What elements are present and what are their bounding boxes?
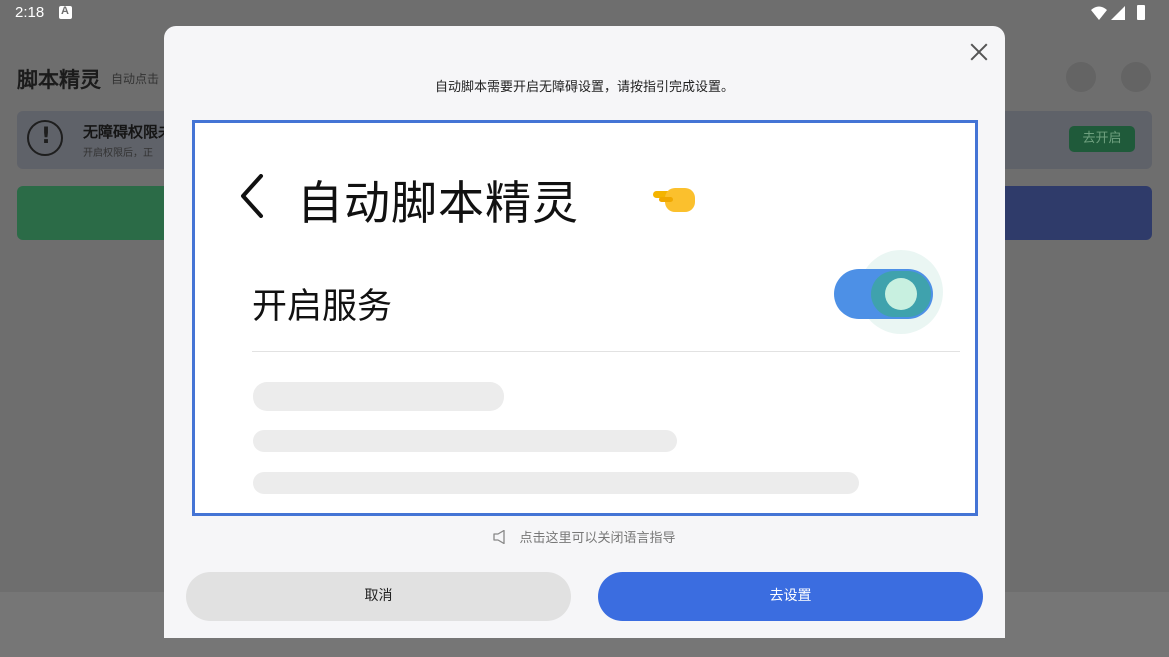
warning-icon — [27, 120, 63, 156]
placeholder-line — [253, 430, 677, 452]
illustration-title: 自动脚本精灵 — [297, 176, 579, 230]
back-chevron-icon — [241, 174, 263, 218]
banner-title: 无障碍权限未 — [83, 123, 174, 141]
accessibility-guide-dialog: 自动脚本需要开启无障碍设置，请按指引完成设置。 自动脚本精灵 开启服务 点击这里… — [164, 26, 1005, 638]
placeholder-line — [253, 472, 859, 494]
pointing-hand-icon — [653, 188, 695, 212]
battery-icon — [1137, 5, 1145, 20]
cancel-button[interactable]: 取消 — [186, 572, 571, 621]
go-settings-button[interactable]: 去设置 — [598, 572, 983, 621]
placeholder-line — [253, 382, 504, 411]
more-icon[interactable] — [1121, 62, 1151, 92]
app-title: 脚本精灵 — [17, 68, 101, 92]
enable-permission-button[interactable]: 去开启 — [1069, 126, 1135, 152]
close-icon[interactable] — [970, 43, 988, 61]
wifi-icon — [1091, 6, 1107, 20]
shield-icon[interactable] — [1066, 62, 1096, 92]
clock: 2:18 — [15, 4, 45, 21]
speaker-icon — [493, 530, 506, 544]
notification-app-icon — [59, 5, 72, 19]
dialog-prompt: 自动脚本需要开启无障碍设置，请按指引完成设置。 — [434, 80, 734, 95]
banner-subtitle: 开启权限后，正 — [83, 148, 153, 159]
app-subtitle: 自动点击 — [111, 72, 160, 86]
divider — [252, 351, 960, 352]
voice-guide-toggle[interactable]: 点击这里可以关闭语言指导 — [164, 527, 1005, 546]
status-bar: 2:18 — [0, 0, 1169, 26]
status-icons — [1091, 5, 1145, 20]
secondary-button[interactable] — [990, 186, 1152, 240]
service-toggle — [834, 269, 933, 319]
guide-illustration: 自动脚本精灵 开启服务 — [192, 120, 978, 516]
voice-guide-label: 点击这里可以关闭语言指导 — [519, 531, 676, 546]
signal-icon — [1111, 6, 1125, 20]
service-label: 开启服务 — [252, 287, 393, 327]
start-button[interactable] — [17, 186, 177, 240]
toggle-knob — [885, 278, 917, 310]
